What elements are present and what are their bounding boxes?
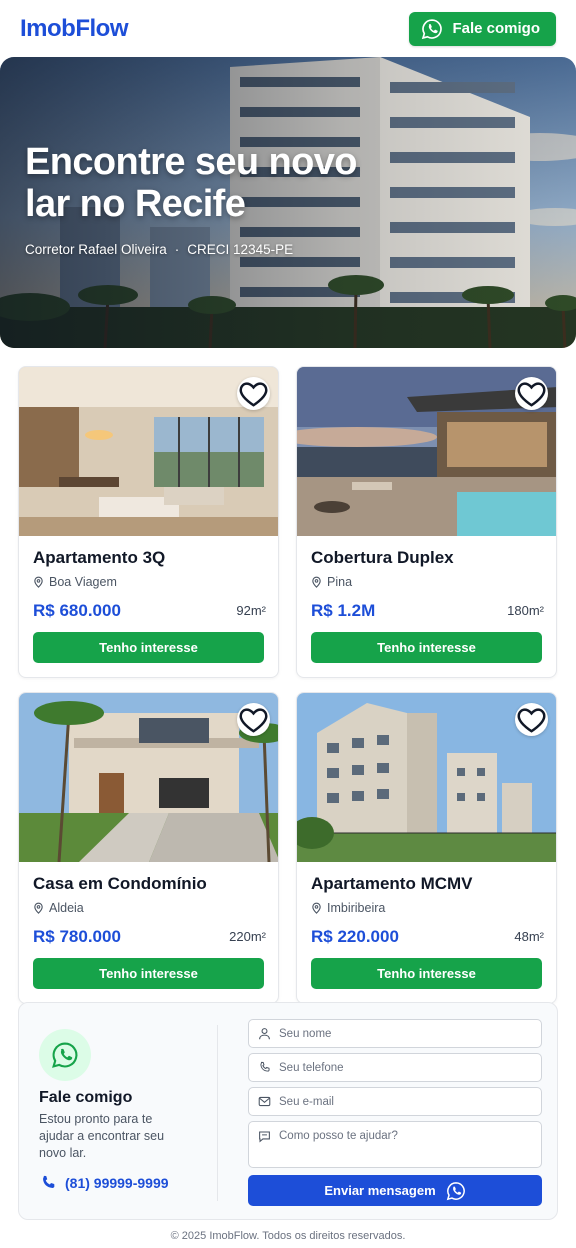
email-placeholder: Seu e-mail: [279, 1095, 334, 1108]
phone-placeholder: Seu telefone: [279, 1061, 344, 1074]
separator-dot: ·: [174, 242, 180, 257]
whatsapp-icon: [421, 18, 443, 40]
send-message-button[interactable]: Enviar mensagem: [248, 1175, 542, 1206]
divider: [217, 1025, 218, 1201]
listing-title: Casa em Condomínio: [33, 874, 207, 893]
listing-area: 220m²: [229, 929, 266, 944]
logo[interactable]: ImobFlow: [20, 15, 128, 43]
message-placeholder: Como posso te ajudar?: [279, 1130, 398, 1142]
contact-description: Estou pronto para te ajudar a encontrar …: [39, 1112, 165, 1160]
name-field[interactable]: Seu nome: [248, 1019, 542, 1048]
listing-photo[interactable]: [19, 693, 278, 862]
contact-panel: Fale comigo Estou pronto para te ajudar …: [18, 1002, 558, 1220]
favorite-button[interactable]: [515, 703, 548, 736]
listing-location-text: Aldeia: [49, 901, 84, 915]
listing-price: R$ 780.000: [33, 927, 121, 946]
listing-location: Boa Viagem: [33, 575, 117, 589]
favorite-button[interactable]: [237, 377, 270, 410]
listing-card[interactable]: Cobertura Duplex Pina R$ 1.2M 180m² Tenh…: [296, 366, 557, 678]
contact-title: Fale comigo: [39, 1089, 133, 1106]
hero-text: Encontre seu novo lar no Recife Corretor…: [25, 141, 385, 257]
listing-location-text: Imbiribeira: [327, 901, 386, 915]
favorite-button[interactable]: [237, 703, 270, 736]
listing-title: Cobertura Duplex: [311, 548, 454, 567]
contact-phone-number: (81) 99999-9999: [65, 1175, 169, 1191]
listing-location-text: Boa Viagem: [49, 575, 117, 589]
heart-icon: [237, 366, 270, 478]
location-pin-icon: [33, 902, 44, 914]
listing-location: Imbiribeira: [311, 901, 385, 915]
phone-field[interactable]: Seu telefone: [248, 1053, 542, 1082]
contact-phone-link[interactable]: (81) 99999-9999: [39, 1174, 169, 1192]
listing-price: R$ 1.2M: [311, 601, 376, 620]
listing-price: R$ 680.000: [33, 601, 121, 620]
listing-area: 180m²: [507, 603, 544, 618]
mail-icon: [258, 1096, 271, 1107]
favorite-button[interactable]: [515, 377, 548, 410]
interest-button[interactable]: Tenho interesse: [33, 632, 264, 663]
user-icon: [259, 1028, 270, 1040]
listing-area: 48m²: [514, 929, 544, 944]
heart-icon: [515, 692, 548, 804]
listing-photo[interactable]: [297, 367, 556, 536]
phone-icon: [39, 1174, 57, 1192]
agent-name: Corretor Rafael Oliveira: [25, 242, 167, 257]
whatsapp-icon: [51, 1041, 79, 1069]
top-header: ImobFlow Fale comigo: [0, 0, 576, 57]
listing-price: R$ 220.000: [311, 927, 399, 946]
whatsapp-icon: [446, 1181, 466, 1201]
message-textarea[interactable]: Como posso te ajudar?: [248, 1121, 542, 1168]
location-pin-icon: [311, 902, 322, 914]
send-message-label: Enviar mensagem: [324, 1183, 436, 1198]
hero-banner: Encontre seu novo lar no Recife Corretor…: [0, 57, 576, 348]
listing-card[interactable]: Casa em Condomínio Aldeia R$ 780.000 220…: [18, 692, 279, 1004]
listing-location: Pina: [311, 575, 352, 589]
heart-icon: [515, 366, 548, 478]
interest-button[interactable]: Tenho interesse: [311, 958, 542, 989]
listing-photo[interactable]: [19, 367, 278, 536]
contact-whatsapp-label: Fale comigo: [452, 20, 540, 37]
listing-title: Apartamento 3Q: [33, 548, 166, 567]
creci-number: CRECI 12345-PE: [187, 242, 294, 257]
listing-card[interactable]: Apartamento MCMV Imbiribeira R$ 220.000 …: [296, 692, 557, 1004]
location-pin-icon: [311, 576, 322, 588]
location-pin-icon: [33, 576, 44, 588]
phone-icon: [260, 1061, 270, 1072]
hero-subtitle: Corretor Rafael Oliveira · CRECI 12345-P…: [25, 242, 385, 257]
listing-title: Apartamento MCMV: [311, 874, 473, 893]
listing-location-text: Pina: [327, 575, 353, 589]
listing-card[interactable]: Apartamento 3Q Boa Viagem R$ 680.000 92m…: [18, 366, 279, 678]
footer-copyright: © 2025 ImobFlow. Todos os direitos reser…: [170, 1230, 406, 1242]
message-icon: [259, 1131, 270, 1143]
contact-whatsapp-button[interactable]: Fale comigo: [409, 11, 556, 46]
listing-area: 92m²: [236, 603, 266, 618]
interest-button[interactable]: Tenho interesse: [33, 958, 264, 989]
email-field[interactable]: Seu e-mail: [248, 1087, 542, 1116]
interest-button[interactable]: Tenho interesse: [311, 632, 542, 663]
heart-icon: [237, 692, 270, 804]
name-placeholder: Seu nome: [279, 1027, 332, 1040]
whatsapp-badge: [39, 1029, 91, 1081]
hero-title: Encontre seu novo lar no Recife: [25, 141, 357, 225]
listing-location: Aldeia: [33, 901, 84, 915]
listing-photo[interactable]: [297, 693, 556, 862]
